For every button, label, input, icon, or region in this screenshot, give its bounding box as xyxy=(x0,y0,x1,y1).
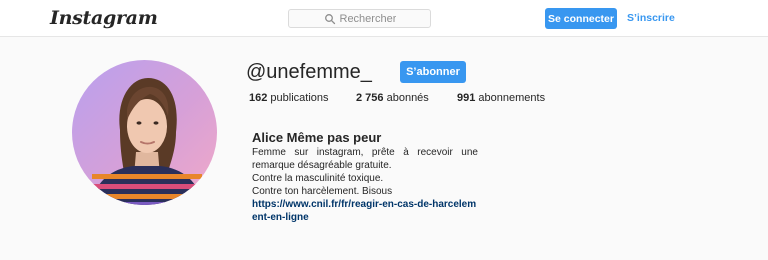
profile-full-name: Alice Même pas peur xyxy=(252,130,382,145)
following-count-stat[interactable]: 991 abonnements xyxy=(457,92,545,104)
followers-count: 2 756 xyxy=(356,92,384,104)
followers-count-stat[interactable]: 2 756 abonnés xyxy=(356,92,429,104)
search-icon xyxy=(324,13,335,24)
following-label: abonnements xyxy=(478,92,546,104)
login-button[interactable]: Se connecter xyxy=(545,8,617,29)
posts-count: 162 xyxy=(249,92,268,104)
bio-external-link[interactable]: https://www.cnil.fr/fr/reagir-en-cas-de-… xyxy=(252,198,478,224)
profile-bio: Alice Même pas peur Femme sur instagram,… xyxy=(252,130,478,224)
profile-avatar[interactable] xyxy=(72,60,217,205)
search-box[interactable] xyxy=(288,9,431,28)
signup-link[interactable]: S’inscrire xyxy=(627,12,675,24)
follow-button[interactable]: S’abonner xyxy=(400,61,466,83)
search-input[interactable] xyxy=(339,12,396,25)
posts-count-stat: 162 publications xyxy=(249,92,329,104)
instagram-logo[interactable]: Instagram xyxy=(50,7,158,29)
top-navigation-bar: Instagram Se connecter S’inscrire xyxy=(0,0,768,37)
bio-line: Contre la masculinité toxique. xyxy=(252,173,384,184)
profile-username: @unefemme_ xyxy=(246,61,372,83)
bio-line: Contre ton harcèlement. Bisous xyxy=(252,186,393,197)
followers-label: abonnés xyxy=(386,92,429,104)
following-count: 991 xyxy=(457,92,476,104)
bio-line: Femme sur instagram, prête à recevoir un… xyxy=(252,147,478,171)
avatar-portrait xyxy=(92,78,202,205)
posts-label: publications xyxy=(270,92,329,104)
